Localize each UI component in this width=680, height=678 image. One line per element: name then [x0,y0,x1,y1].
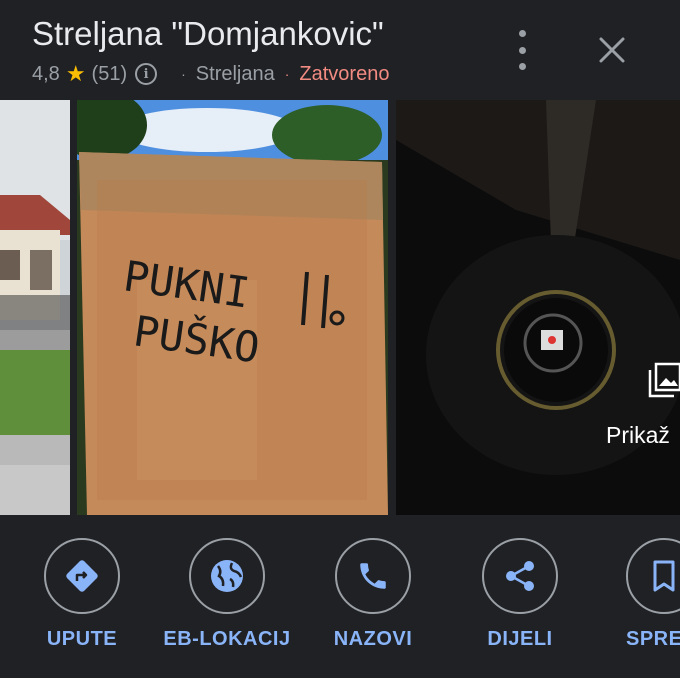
action-bar: UPUTE EB-LOKACIJ NAZOVI DIJELI SPRE [0,515,680,678]
call-button[interactable]: NAZOVI [305,538,445,668]
rating-value: 4,8 [32,62,60,85]
save-label: SPRE [626,628,680,650]
bookmark-icon[interactable] [626,538,680,614]
star-icon: ★ [65,61,86,86]
website-label: EB-LOKACIJ [163,628,291,650]
place-title: Streljana "Domjankovic" [32,15,384,52]
see-all-photos-label[interactable]: Prikaž [606,422,670,449]
photo-gallery[interactable]: PUKNI PUŠKO Prikaž [0,100,680,515]
share-icon[interactable] [482,538,558,614]
website-button[interactable]: EB-LOKACIJ [159,538,299,668]
separator-dot: · [181,66,186,82]
gallery-icon[interactable] [648,362,680,398]
place-category: Streljana [195,62,275,85]
close-icon[interactable] [596,34,628,66]
open-status: Zatvoreno [299,62,390,85]
review-count[interactable]: (51) [92,63,128,86]
directions-button[interactable]: UPUTE [14,538,154,668]
directions-icon[interactable] [44,538,120,614]
call-label: NAZOVI [333,628,413,650]
separator-dot: · [284,66,290,82]
globe-icon[interactable] [189,538,265,614]
more-options-icon[interactable] [508,30,536,70]
info-icon[interactable]: i [135,63,158,85]
share-button[interactable]: DIJELI [452,538,592,668]
photo-house[interactable] [0,100,70,515]
place-meta: 4,8 ★ (51) i · Streljana · Zatvoreno [32,60,389,88]
save-button[interactable]: SPRE [596,538,680,668]
share-label: DIJELI [487,628,553,650]
place-header: Streljana "Domjankovic" 4,8 ★ (51) i · S… [0,0,680,100]
photo-graffiti[interactable]: PUKNI PUŠKO [77,100,388,515]
phone-icon[interactable] [335,538,411,614]
directions-label: UPUTE [46,628,118,650]
photo-target[interactable] [396,100,680,515]
